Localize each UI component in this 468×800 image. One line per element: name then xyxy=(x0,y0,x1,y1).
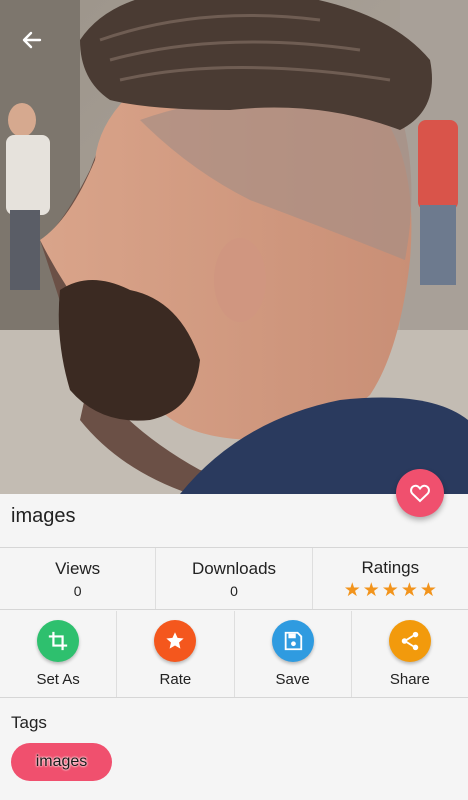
star-icon: ★ xyxy=(343,579,361,601)
save-label: Save xyxy=(275,671,310,688)
downloads-count: 0 xyxy=(230,582,238,599)
ratings-label: Ratings xyxy=(361,557,420,577)
share-circle xyxy=(388,620,431,662)
star-icon: ★ xyxy=(381,579,399,601)
set-as-circle xyxy=(37,620,80,662)
star-icon: ★ xyxy=(362,579,380,601)
favorite-button[interactable] xyxy=(396,469,444,517)
downloads-label: Downloads xyxy=(191,558,277,578)
stats-row: Views 0 Downloads 0 Ratings ★ ★ ★ ★ ★ xyxy=(0,548,468,609)
heart-icon xyxy=(410,484,430,503)
set-as-button[interactable]: Set As xyxy=(0,611,118,697)
rate-button[interactable]: Rate xyxy=(117,611,235,697)
share-icon xyxy=(401,631,419,651)
views-count: 0 xyxy=(73,582,82,599)
star-icon xyxy=(166,632,184,649)
rate-circle xyxy=(154,620,197,662)
rating-stars: ★ ★ ★ ★ ★ xyxy=(344,581,437,600)
tags-heading: Tags xyxy=(11,713,47,732)
share-label: Share xyxy=(389,671,430,688)
action-bar: Set As Rate Save Share xyxy=(0,611,468,697)
wallpaper-image[interactable] xyxy=(0,0,468,494)
page-title: images xyxy=(11,505,76,527)
arrow-left-icon xyxy=(22,31,42,49)
tag-chip[interactable]: images xyxy=(11,743,112,781)
set-as-label: Set As xyxy=(36,671,80,688)
tag-chip-label: images xyxy=(35,753,88,770)
rate-label: Rate xyxy=(159,671,192,688)
back-button[interactable] xyxy=(14,22,50,58)
share-button[interactable]: Share xyxy=(352,611,468,697)
save-icon xyxy=(284,631,302,651)
crop-icon xyxy=(48,631,68,651)
save-button[interactable]: Save xyxy=(235,611,352,697)
stat-views: Views 0 xyxy=(0,548,157,609)
save-circle xyxy=(271,620,314,662)
views-label: Views xyxy=(55,558,101,578)
stat-downloads: Downloads 0 xyxy=(156,548,313,609)
star-icon: ★ xyxy=(419,579,437,601)
divider xyxy=(0,697,468,698)
star-icon: ★ xyxy=(400,579,418,601)
hairstyle-photo xyxy=(0,0,468,494)
divider xyxy=(0,609,468,610)
stat-ratings: Ratings ★ ★ ★ ★ ★ xyxy=(313,548,468,609)
